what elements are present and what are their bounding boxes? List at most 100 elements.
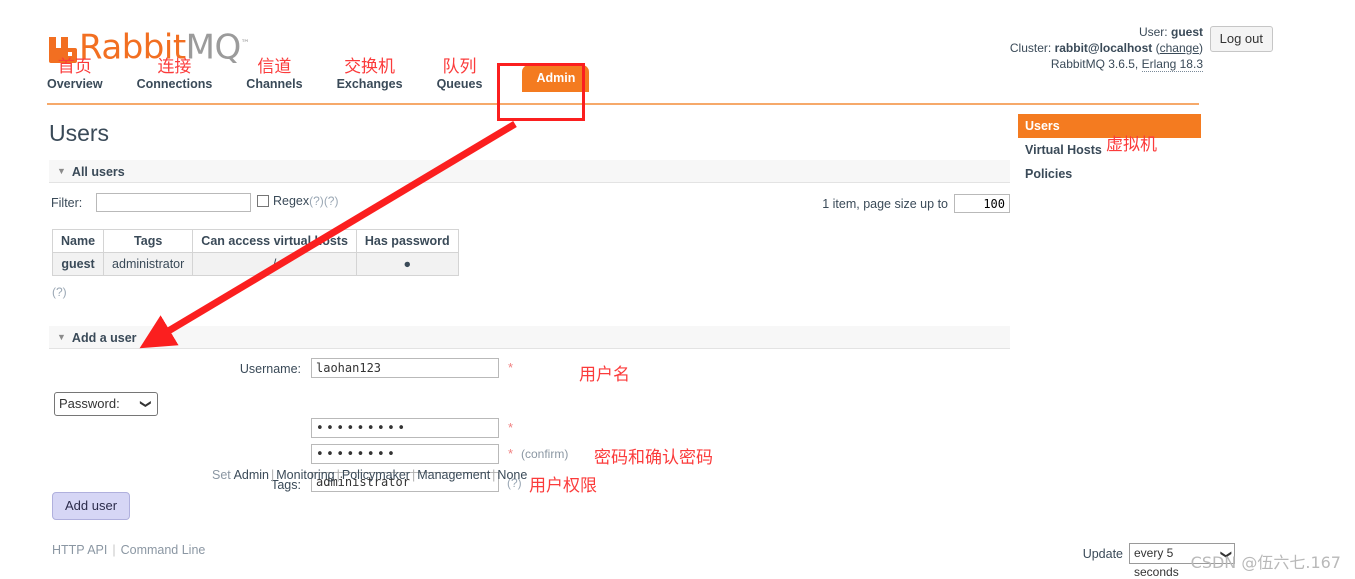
erlang-version: Erlang 18.3 <box>1141 57 1203 72</box>
nav-item-queues[interactable]: 队列 Queues <box>437 58 483 92</box>
set-separator-2: | <box>336 468 340 482</box>
table-row[interactable]: guest administrator / ● <box>51 252 459 276</box>
sidebar-virtual-hosts-label: Virtual Hosts <box>1025 143 1102 157</box>
form-row-username: Username: * 用户名 <box>49 358 1010 385</box>
page-size-label: 1 item, page size up to <box>822 196 948 211</box>
sidebar-item-policies[interactable]: Policies <box>1018 162 1203 186</box>
logo-tm-mark: ™ <box>240 38 250 49</box>
form-row-password-confirm: * (confirm) 密码和确认密码 <box>49 412 1010 468</box>
all-users-header-label: All users <box>71 165 125 179</box>
set-link-policymaker[interactable]: Policymaker <box>342 468 410 482</box>
users-table: Name Tags Can access virtual hosts Has p… <box>51 229 459 276</box>
set-word-label: Set <box>212 468 231 482</box>
nav-queues-cn: 队列 <box>442 57 477 77</box>
footer-separator: | <box>112 543 116 557</box>
regex-option: Regex (?) (?) <box>257 194 338 208</box>
command-line-link[interactable]: Command Line <box>121 543 206 557</box>
form-row-tags: Tags: (?) 用户权限 <box>49 440 1010 496</box>
change-cluster-link[interactable]: change <box>1160 41 1199 55</box>
page-size-control: 1 item, page size up to <box>822 194 1010 213</box>
column-header-vhosts[interactable]: Can access virtual hosts <box>192 229 357 253</box>
nav-underline <box>47 103 1199 105</box>
nav-item-overview[interactable]: 首页 Overview <box>47 58 103 92</box>
nav-admin-label: Admin <box>522 65 590 92</box>
filter-input[interactable] <box>96 193 251 212</box>
rabbitmq-management-page: RabbitMQ™ 首页 Overview 连接 Connections 信道 … <box>0 0 1355 579</box>
update-label: Update <box>1082 546 1123 561</box>
nav-connections-cn: 连接 <box>157 57 192 77</box>
main-navigation: 首页 Overview 连接 Connections 信道 Channels 交… <box>47 58 590 92</box>
cluster-user-info: User: guest Cluster: rabbit@localhost (c… <box>1010 24 1203 72</box>
column-header-name[interactable]: Name <box>51 229 105 253</box>
admin-sidebar: Users Virtual Hosts 虚拟机 Policies <box>1018 114 1203 186</box>
column-header-has-password[interactable]: Has password <box>355 229 459 253</box>
set-link-admin[interactable]: Admin <box>234 468 269 482</box>
regex-label: Regex <box>273 194 310 208</box>
nav-exchanges-cn: 交换机 <box>344 57 396 77</box>
user-line: User: guest <box>1010 24 1203 40</box>
regex-checkbox[interactable] <box>257 195 269 207</box>
nav-channels-cn: 信道 <box>257 57 292 77</box>
nav-overview-cn: 首页 <box>57 57 92 77</box>
add-user-form: Username: * 用户名 Password: ❯ * * (confirm… <box>49 358 1010 496</box>
tags-annotation: 用户权限 <box>529 476 597 496</box>
set-separator-3: | <box>411 468 416 482</box>
collapse-caret-icon: ▼ <box>57 166 66 176</box>
table-help-icon[interactable]: (?) <box>52 285 67 299</box>
logout-button[interactable]: Log out <box>1209 26 1273 52</box>
user-label: User: <box>1138 25 1168 39</box>
add-a-user-header-label: Add a user <box>71 331 137 345</box>
regex-help-icon-2[interactable]: (?) <box>324 194 339 208</box>
sidebar-item-virtual-hosts[interactable]: Virtual Hosts 虚拟机 <box>1018 135 1203 162</box>
nav-item-exchanges[interactable]: 交换机 Exchanges <box>337 58 403 92</box>
column-header-tags[interactable]: Tags <box>103 229 194 253</box>
username-annotation: 用户名 <box>579 365 630 385</box>
page-header: RabbitMQ™ 首页 Overview 连接 Connections 信道 … <box>0 0 1355 106</box>
http-api-link[interactable]: HTTP API <box>52 543 107 557</box>
collapse-caret-icon-2: ▼ <box>57 332 66 342</box>
cell-user-tags: administrator <box>103 252 194 276</box>
nav-queues-label: Queues <box>436 77 483 91</box>
page-size-input[interactable] <box>954 194 1010 213</box>
sidebar-policies-label: Policies <box>1025 167 1073 181</box>
filter-label: Filter: <box>51 196 83 210</box>
nav-connections-label: Connections <box>136 77 213 91</box>
cluster-label: Cluster: <box>1009 41 1052 55</box>
nav-item-admin[interactable]: Admin <box>522 65 590 92</box>
rabbitmq-version: RabbitMQ 3.6.5, <box>1050 57 1142 71</box>
update-interval-value: every 5 seconds <box>1134 546 1179 579</box>
set-link-none[interactable]: None <box>497 468 527 482</box>
set-link-monitoring[interactable]: Monitoring <box>276 468 334 482</box>
set-separator-1: | <box>271 468 275 482</box>
section-header-add-a-user[interactable]: ▼ Add a user <box>49 326 1010 349</box>
form-row-password: * <box>49 386 1010 438</box>
section-header-all-users[interactable]: ▼ All users <box>49 160 1010 183</box>
nav-item-connections[interactable]: 连接 Connections <box>137 58 213 92</box>
set-link-management[interactable]: Management <box>417 468 490 482</box>
nav-item-channels[interactable]: 信道 Channels <box>246 58 302 92</box>
page-title: Users <box>49 120 110 146</box>
csdn-watermark: CSDN @伍六七.167 <box>1190 553 1341 572</box>
nav-overview-label: Overview <box>47 77 103 91</box>
cell-user-vhosts: / <box>192 252 357 276</box>
version-line: RabbitMQ 3.6.5, Erlang 18.3 <box>1010 56 1203 72</box>
username-input[interactable] <box>311 358 499 378</box>
cell-user-name[interactable]: guest <box>51 252 105 276</box>
table-header-row: Name Tags Can access virtual hosts Has p… <box>51 229 459 253</box>
footer-links: HTTP API | Command Line <box>52 543 205 557</box>
filter-row: Filter: Regex (?) (?) 1 item, page size u… <box>49 193 1010 215</box>
cell-user-has-password: ● <box>355 252 459 276</box>
username-required-star: * <box>508 360 514 375</box>
sidebar-virtual-hosts-annotation: 虚拟机 <box>1106 135 1157 155</box>
user-value: guest <box>1170 25 1203 39</box>
add-user-button[interactable]: Add user <box>52 492 131 520</box>
cluster-line: Cluster: rabbit@localhost (change) <box>1009 41 1203 55</box>
regex-help-icon[interactable]: (?) <box>309 194 324 208</box>
cluster-value: rabbit@localhost <box>1054 41 1153 55</box>
username-label: Username: <box>239 362 301 376</box>
sidebar-users-label: Users <box>1025 119 1060 133</box>
nav-exchanges-label: Exchanges <box>336 77 403 91</box>
nav-channels-label: Channels <box>246 77 303 91</box>
tag-preset-links: Set Admin | Monitoring | Policymaker | Managem… <box>212 468 527 482</box>
set-separator-4: | <box>492 468 496 482</box>
